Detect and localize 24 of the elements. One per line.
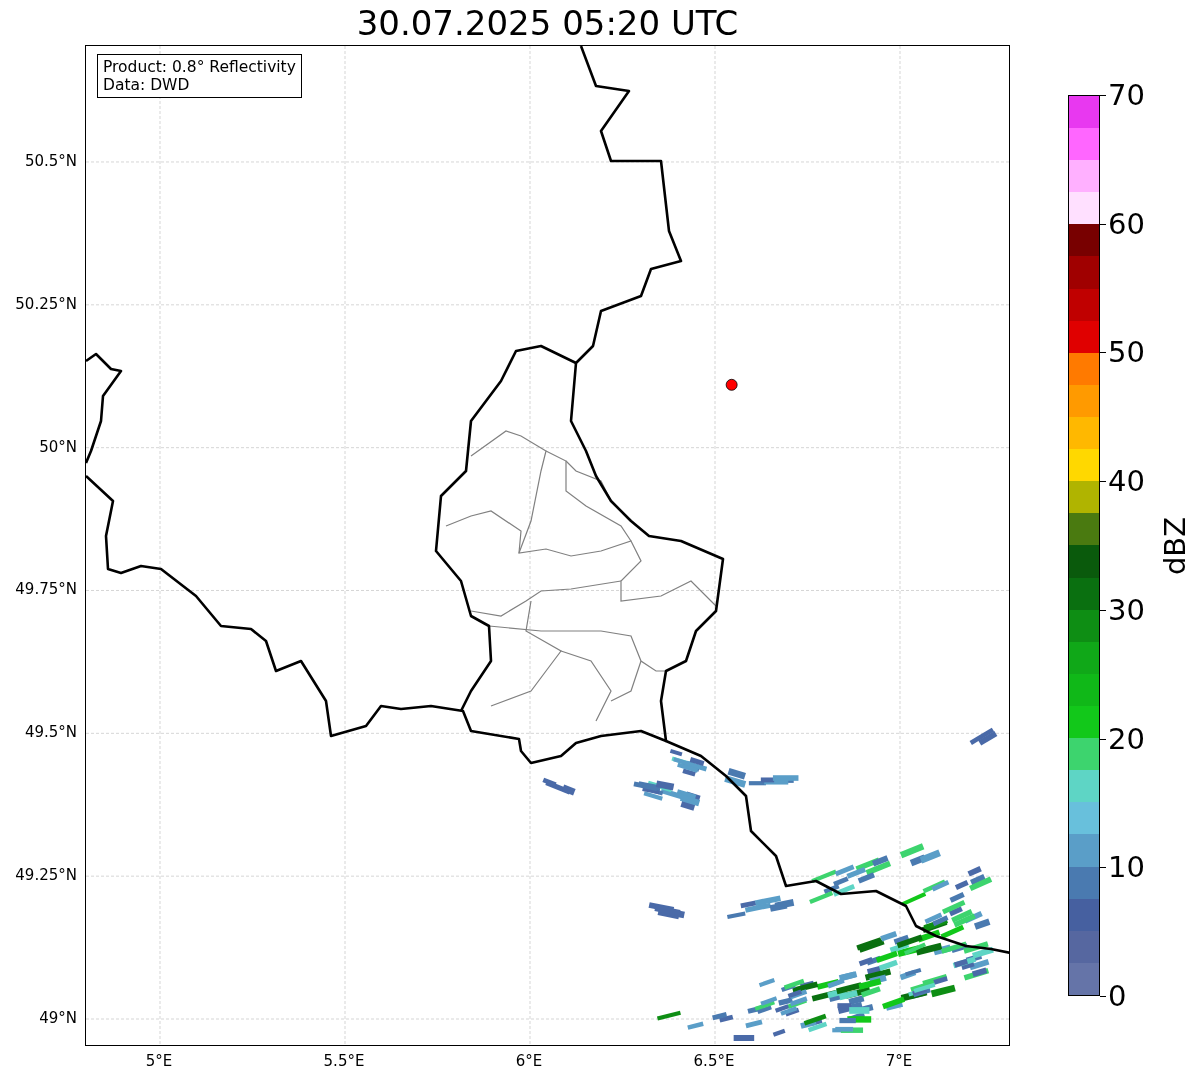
scale-label: 0 [1108, 981, 1127, 1011]
longitude-label: 5°E [145, 1052, 173, 1070]
latitude-label: 50.5°N [24, 151, 77, 170]
scale-label: 60 [1108, 208, 1145, 239]
longitude-label: 7°E [885, 1052, 913, 1070]
scale-label: 20 [1108, 723, 1145, 754]
scale-label: 40 [1108, 466, 1145, 497]
map-title: 30.07.2025 05:20 UTC [355, 1, 740, 45]
latitude-label: 49.75°N [15, 580, 77, 599]
scale-label: 30 [1108, 594, 1145, 625]
latitude-label: 49°N [39, 1009, 77, 1027]
latitude-label: 50°N [39, 437, 77, 456]
unit-label: dBZ [1158, 516, 1193, 575]
scale-label: 70 [1108, 80, 1145, 110]
scale-label: 10 [1108, 852, 1145, 883]
latitude-label: 49.5°N [24, 723, 77, 742]
latitude-label: 49.25°N [15, 866, 77, 885]
longitude-label: 6°E [515, 1052, 543, 1070]
info-text: Product: 0.8° Reflectivity [103, 58, 296, 76]
info-text: Data: DWD [103, 76, 191, 94]
longitude-label: 5.5°E [323, 1052, 365, 1070]
latitude-label: 50.25°N [15, 294, 77, 313]
longitude-label: 6.5°E [693, 1052, 735, 1070]
scale-label: 50 [1108, 337, 1145, 368]
